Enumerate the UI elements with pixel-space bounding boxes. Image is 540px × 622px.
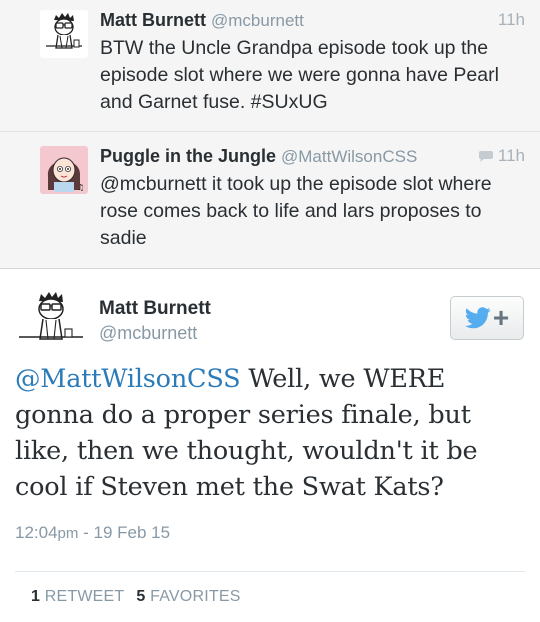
tweet-time: 11h	[498, 10, 525, 30]
conversation-thread: Matt Burnett @mcburnett 11h BTW the Uncl…	[0, 0, 540, 269]
favorites-count: 5	[136, 588, 146, 605]
twitter-bird-icon	[464, 307, 491, 329]
time-value: 12:04	[15, 523, 58, 542]
time-ampm: pm	[57, 525, 79, 542]
cartoon-girl-avatar-icon: ♫	[40, 146, 88, 194]
author-name[interactable]: Matt Burnett	[99, 297, 211, 321]
favorites-stat[interactable]: 5 FAVORITES	[136, 588, 240, 605]
avatar[interactable]: ♫	[40, 146, 88, 194]
time-label: 11h	[497, 10, 525, 29]
avatar[interactable]	[40, 10, 88, 58]
mention-link[interactable]: @MattWilsonCSS	[15, 364, 241, 394]
retweets-label: RETWEET	[44, 588, 125, 605]
retweets-stat[interactable]: 1 RETWEET	[31, 588, 124, 605]
time-label: 11h	[497, 146, 525, 165]
date-value: - 19 Feb 15	[78, 523, 171, 542]
author-name[interactable]: Matt Burnett	[100, 10, 206, 31]
tweet-text: @mcburnett it took up the episode slot w…	[100, 173, 492, 249]
tweet-stats: 1 RETWEET 5 FAVORITES	[15, 572, 525, 606]
tweet-timestamp: 12:04pm - 19 Feb 15	[15, 523, 525, 543]
author-name[interactable]: Puggle in the Jungle	[100, 146, 276, 167]
avatar[interactable]	[15, 289, 87, 349]
cartoon-glasses-man-avatar-icon	[40, 10, 88, 58]
tweet-text: BTW the Uncle Grandpa episode took up th…	[100, 37, 499, 113]
author-handle[interactable]: @mcburnett	[99, 321, 211, 345]
speech-bubble-icon	[478, 151, 493, 162]
follow-plus: +	[492, 302, 510, 333]
thread-tweet[interactable]: ♫ Puggle in the Jungle @MattWilsonCSS 11…	[0, 132, 540, 269]
thread-tweet[interactable]: Matt Burnett @mcburnett 11h BTW the Uncl…	[0, 0, 540, 132]
author-handle[interactable]: @MattWilsonCSS	[281, 147, 417, 167]
tweet-time: 11h	[478, 146, 525, 166]
tweet-detail: Matt Burnett @mcburnett + @MattWilsonCSS…	[0, 269, 540, 606]
author-handle[interactable]: @mcburnett	[211, 11, 304, 31]
tweet-text: @MattWilsonCSS Well, we WERE gonna do a …	[15, 361, 525, 505]
cartoon-glasses-man-avatar-icon	[15, 289, 87, 349]
retweets-count: 1	[31, 588, 41, 605]
svg-text:♫: ♫	[77, 183, 84, 192]
favorites-label: FAVORITES	[150, 588, 241, 605]
follow-button[interactable]: +	[450, 296, 524, 340]
